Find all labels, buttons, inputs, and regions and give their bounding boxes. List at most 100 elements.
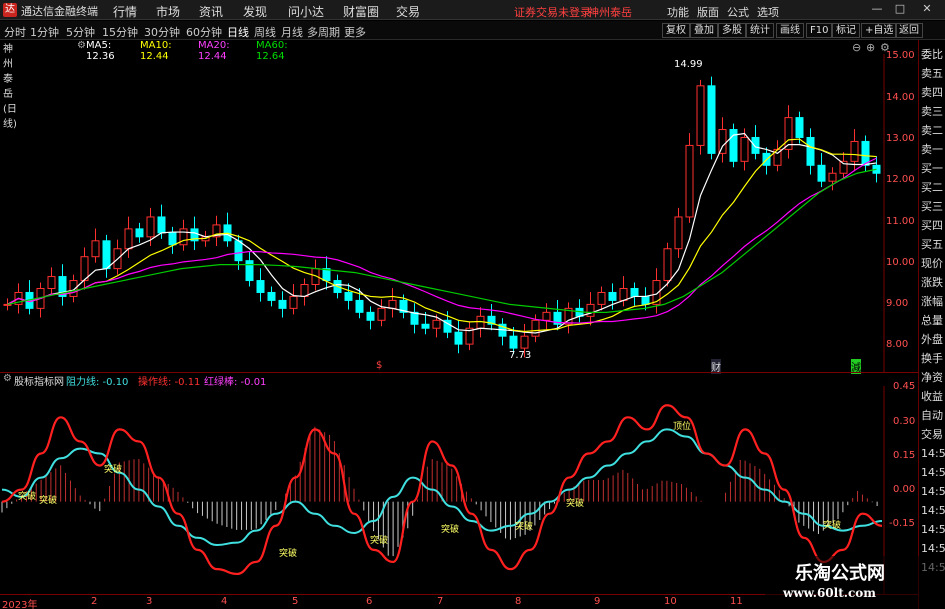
candle[interactable] [861,135,870,172]
candle[interactable] [707,76,716,160]
login-status[interactable]: 证券交易未登录 [514,4,591,20]
candle[interactable] [168,226,177,254]
period-1min[interactable]: 1分钟 [30,24,59,40]
candle[interactable] [806,128,815,175]
candle[interactable] [344,283,353,310]
candle[interactable] [751,125,760,160]
menu-quotes[interactable]: 行情 [113,3,137,20]
candle[interactable] [487,303,496,331]
candle[interactable] [454,319,463,354]
menu-wealth-circle[interactable]: 财富圈 [343,3,379,20]
candle[interactable] [817,152,826,188]
side-item-5: 卖一 [921,143,943,156]
candle[interactable] [641,287,650,311]
candle[interactable] [542,303,551,330]
menu-ask-xiaoda[interactable]: 问小达 [288,3,324,20]
candle[interactable] [322,256,331,290]
minimize-icon[interactable]: — [870,2,884,16]
candle[interactable] [498,318,507,346]
settings-gear-icon[interactable]: ⚙ [77,40,86,51]
adjust-button[interactable]: 复权 [662,23,690,38]
menu-trade[interactable]: 交易 [396,3,420,20]
candle[interactable] [278,291,287,318]
candle[interactable] [718,117,727,163]
menu-formula[interactable]: 公式 [727,4,749,20]
candle[interactable] [740,128,749,171]
draw-line-button[interactable]: 画线 [776,23,804,38]
statistics-button[interactable]: 统计 [746,23,774,38]
candle[interactable] [685,133,694,223]
candle[interactable] [91,228,100,263]
candle[interactable] [773,140,782,172]
candle[interactable] [157,204,166,239]
period-daily[interactable]: 日线 [227,24,249,40]
maximize-icon[interactable]: □ [893,2,907,16]
period-60min[interactable]: 60分钟 [186,24,222,40]
candle[interactable] [597,286,606,311]
candle[interactable] [564,302,573,334]
candle[interactable] [300,278,309,306]
candle[interactable] [25,280,34,315]
mark-button[interactable]: 标记 [832,23,860,38]
overlay-button[interactable]: 叠加 [690,23,718,38]
candle[interactable] [256,268,265,302]
period-intraday[interactable]: 分时 [4,24,26,40]
marker-dollar[interactable]: $ [376,360,382,371]
candle[interactable] [388,288,397,318]
signal-break-6: 突破 [441,525,460,535]
price-chart[interactable] [0,54,918,372]
candle[interactable] [58,264,67,306]
candle[interactable] [179,219,188,251]
candle[interactable] [135,222,144,243]
zoom-in-icon[interactable]: ⊕ [866,41,875,54]
period-more[interactable]: 更多 [344,24,366,40]
candle[interactable] [212,215,221,246]
candle[interactable] [630,282,639,306]
candle[interactable] [245,251,254,287]
candle[interactable] [762,147,771,175]
indicator-gear-icon[interactable]: ⚙ [3,373,12,384]
menu-news[interactable]: 资讯 [199,3,223,20]
zoom-out-icon[interactable]: ⊖ [852,41,861,54]
candle[interactable] [465,322,474,351]
candle[interactable] [102,234,111,278]
side-item-19[interactable]: 自动 [921,409,945,423]
candle[interactable] [784,105,793,159]
close-icon[interactable]: ✕ [920,2,934,16]
candle[interactable] [586,292,595,326]
back-button[interactable]: 返回 [895,23,923,38]
menu-layout[interactable]: 版面 [697,4,719,20]
candle[interactable] [223,212,232,247]
period-5min[interactable]: 5分钟 [66,24,95,40]
f10-button[interactable]: F10 [806,23,833,38]
candle[interactable] [729,123,738,168]
add-watchlist-button[interactable]: +自选 [861,23,898,38]
menu-market[interactable]: 市场 [156,3,180,20]
candle[interactable] [47,267,56,295]
side-item-20[interactable]: 交易 [921,428,945,442]
price-tick-9: 9.00 [886,298,909,309]
candle[interactable] [366,306,375,330]
candle[interactable] [839,152,848,180]
candle[interactable] [289,284,298,315]
side-item-11: 现价 [921,257,943,270]
period-30min[interactable]: 30分钟 [144,24,180,40]
candle[interactable] [696,79,705,155]
menu-functions[interactable]: 功能 [667,4,689,20]
candle[interactable] [80,247,89,290]
candle[interactable] [267,286,276,307]
candle[interactable] [553,300,562,331]
period-weekly[interactable]: 周线 [254,24,276,40]
candle[interactable] [410,303,419,334]
period-multi[interactable]: 多周期 [307,24,340,40]
multi-stock-button[interactable]: 多股 [718,23,746,38]
period-monthly[interactable]: 月线 [281,24,303,40]
menu-options[interactable]: 选项 [757,4,779,20]
period-15min[interactable]: 15分钟 [102,24,138,40]
ind-tick-045: 0.45 [893,381,916,392]
candle[interactable] [377,299,386,327]
candle[interactable] [828,167,837,191]
menu-discover[interactable]: 发现 [243,3,267,20]
candle[interactable] [36,282,45,318]
candle[interactable] [674,207,683,258]
